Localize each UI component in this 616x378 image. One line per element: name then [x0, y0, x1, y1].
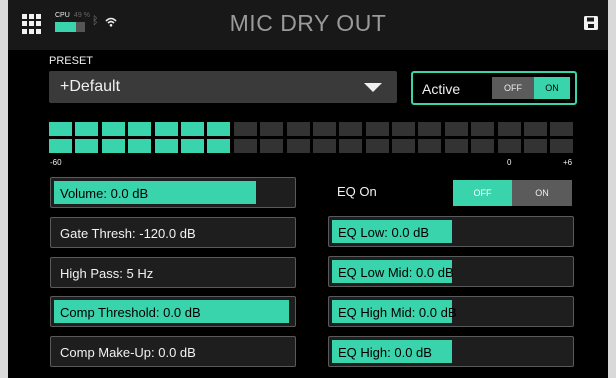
comp-threshold-label: Comp Threshold: 0.0 dB: [60, 305, 201, 320]
high-pass-label: High Pass: 5 Hz: [60, 266, 154, 281]
gate-thresh-control[interactable]: Gate Thresh: -120.0 dB: [50, 217, 296, 248]
meter-segment: [312, 139, 336, 153]
meter-segment: [49, 139, 72, 153]
eq-high-control[interactable]: EQ High: 0.0 dB: [328, 336, 574, 367]
meter-segment: [471, 139, 495, 153]
eq-low-label: EQ Low: 0.0 dB: [338, 225, 430, 240]
meter-segment: [128, 139, 152, 153]
meter-segment: [392, 139, 416, 153]
eq-off-button[interactable]: OFF: [453, 180, 512, 206]
eq-low-mid-control[interactable]: EQ Low Mid: 0.0 dB: [328, 256, 574, 287]
eq-on-button[interactable]: ON: [512, 180, 572, 206]
meter-row-left: [49, 122, 574, 136]
meter-segment: [471, 122, 495, 136]
meter-segment: [524, 139, 548, 153]
volume-control[interactable]: Volume: 0.0 dB: [50, 177, 296, 208]
eq-high-mid-control[interactable]: EQ High Mid: 0.0 dB: [328, 296, 574, 327]
comp-makeup-control[interactable]: Comp Make-Up: 0.0 dB: [50, 336, 296, 367]
gate-thresh-label: Gate Thresh: -120.0 dB: [60, 226, 196, 241]
meter-segment: [101, 139, 125, 153]
meter-segment: [101, 122, 125, 136]
volume-label: Volume: 0.0 dB: [60, 186, 149, 201]
meter-segment: [497, 122, 521, 136]
meter-segment: [365, 139, 389, 153]
chevron-down-icon: [364, 83, 382, 92]
active-off-button[interactable]: OFF: [492, 77, 534, 99]
eq-on-label: EQ On: [337, 184, 377, 199]
meter-segment: [260, 122, 284, 136]
meter-segment: [75, 122, 99, 136]
comp-makeup-label: Comp Make-Up: 0.0 dB: [60, 345, 196, 360]
level-meter: [49, 122, 574, 153]
active-label: Active: [422, 81, 461, 97]
meter-segment: [418, 122, 442, 136]
meter-max-label: +6: [563, 158, 573, 167]
meter-segment: [49, 122, 72, 136]
meter-segment: [286, 122, 310, 136]
meter-segment: [339, 139, 363, 153]
active-toggle[interactable]: Active OFF ON: [411, 71, 577, 105]
meter-zero-label: 0: [507, 158, 512, 167]
meter-segment: [180, 139, 204, 153]
preset-value: +Default: [60, 78, 121, 95]
meter-segment: [339, 122, 363, 136]
comp-threshold-control[interactable]: Comp Threshold: 0.0 dB: [50, 296, 296, 327]
meter-segment: [233, 139, 257, 153]
meter-segment: [207, 122, 231, 136]
meter-segment: [260, 139, 284, 153]
meter-segment: [444, 139, 468, 153]
meter-segment: [286, 139, 310, 153]
meter-segment: [75, 139, 99, 153]
meter-segment: [180, 122, 204, 136]
eq-low-control[interactable]: EQ Low: 0.0 dB: [328, 216, 574, 247]
meter-segment: [128, 122, 152, 136]
high-pass-control[interactable]: High Pass: 5 Hz: [50, 257, 296, 288]
meter-segment: [365, 122, 389, 136]
eq-low-mid-label: EQ Low Mid: 0.0 dB: [338, 265, 454, 280]
meter-segment: [207, 139, 231, 153]
eq-high-mid-label: EQ High Mid: 0.0 dB: [338, 305, 457, 320]
meter-segment: [550, 122, 574, 136]
save-icon[interactable]: [583, 15, 599, 31]
active-on-button[interactable]: ON: [534, 77, 570, 99]
meter-segment: [392, 122, 416, 136]
meter-row-right: [49, 139, 574, 153]
meter-segment: [550, 139, 574, 153]
eq-high-label: EQ High: 0.0 dB: [338, 345, 432, 360]
meter-min-label: -60: [50, 158, 62, 167]
meter-segment: [154, 139, 178, 153]
meter-segment: [497, 139, 521, 153]
page-title: MIC DRY OUT: [229, 10, 387, 36]
preset-dropdown[interactable]: +Default: [49, 71, 397, 103]
meter-segment: [154, 122, 178, 136]
meter-segment: [524, 122, 548, 136]
meter-segment: [233, 122, 257, 136]
meter-segment: [312, 122, 336, 136]
meter-segment: [418, 139, 442, 153]
header-bar: CPU 49 % ᛒ MIC DRY OUT: [8, 0, 608, 50]
preset-label: PRESET: [49, 55, 94, 67]
meter-segment: [444, 122, 468, 136]
